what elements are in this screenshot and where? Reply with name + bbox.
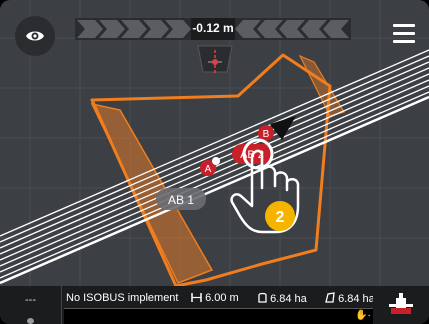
worked-area: 6.84 ha (258, 292, 307, 305)
manual-mode-icon[interactable]: ✋· (355, 310, 371, 321)
area-icon (258, 292, 267, 303)
active-ab-line (0, 95, 429, 285)
status-left-cell[interactable]: --- (0, 286, 62, 324)
work-progress-bar (64, 308, 373, 324)
ab1-label[interactable]: AB 1 (156, 188, 206, 210)
total-area: 6.84 ha (325, 292, 375, 305)
tractor-marker (197, 45, 233, 74)
eye-icon (26, 31, 44, 41)
hamburger-menu-icon (393, 23, 415, 27)
width-icon (191, 293, 202, 302)
lightbar-offset: -0.12 m (192, 21, 234, 35)
svg-text:AB 1: AB 1 (168, 193, 194, 207)
menu-button[interactable] (379, 8, 429, 58)
status-dot-icon (27, 318, 34, 324)
view-toggle-button[interactable] (15, 16, 55, 56)
lightbar: -0.12 m (75, 16, 351, 44)
svg-text:B: B (263, 129, 270, 140)
svg-text:A: A (205, 164, 212, 175)
worked-area-value: 6.84 ha (270, 293, 307, 305)
svg-text:2: 2 (276, 209, 285, 226)
total-area-value: 6.84 ha (338, 293, 375, 305)
implement-button[interactable] (373, 286, 429, 324)
status-bar: --- No ISOBUS implement 6.00 m 6.84 ha 6… (0, 286, 429, 324)
guidance-screen: A B AB 2 AB 1 2 -0.12 m --- No ISOBUS im… (0, 0, 429, 324)
working-width-value: 6.00 m (205, 292, 239, 304)
point-b-marker: B (258, 125, 274, 141)
field-area-icon (325, 292, 335, 303)
implement-name: No ISOBUS implement (66, 292, 179, 304)
implement-icon (389, 293, 413, 314)
working-width: 6.00 m (191, 292, 239, 304)
status-left-value: --- (25, 294, 36, 306)
field-map[interactable]: A B AB 2 AB 1 2 (0, 0, 429, 324)
step-badge: 2 (265, 201, 295, 231)
